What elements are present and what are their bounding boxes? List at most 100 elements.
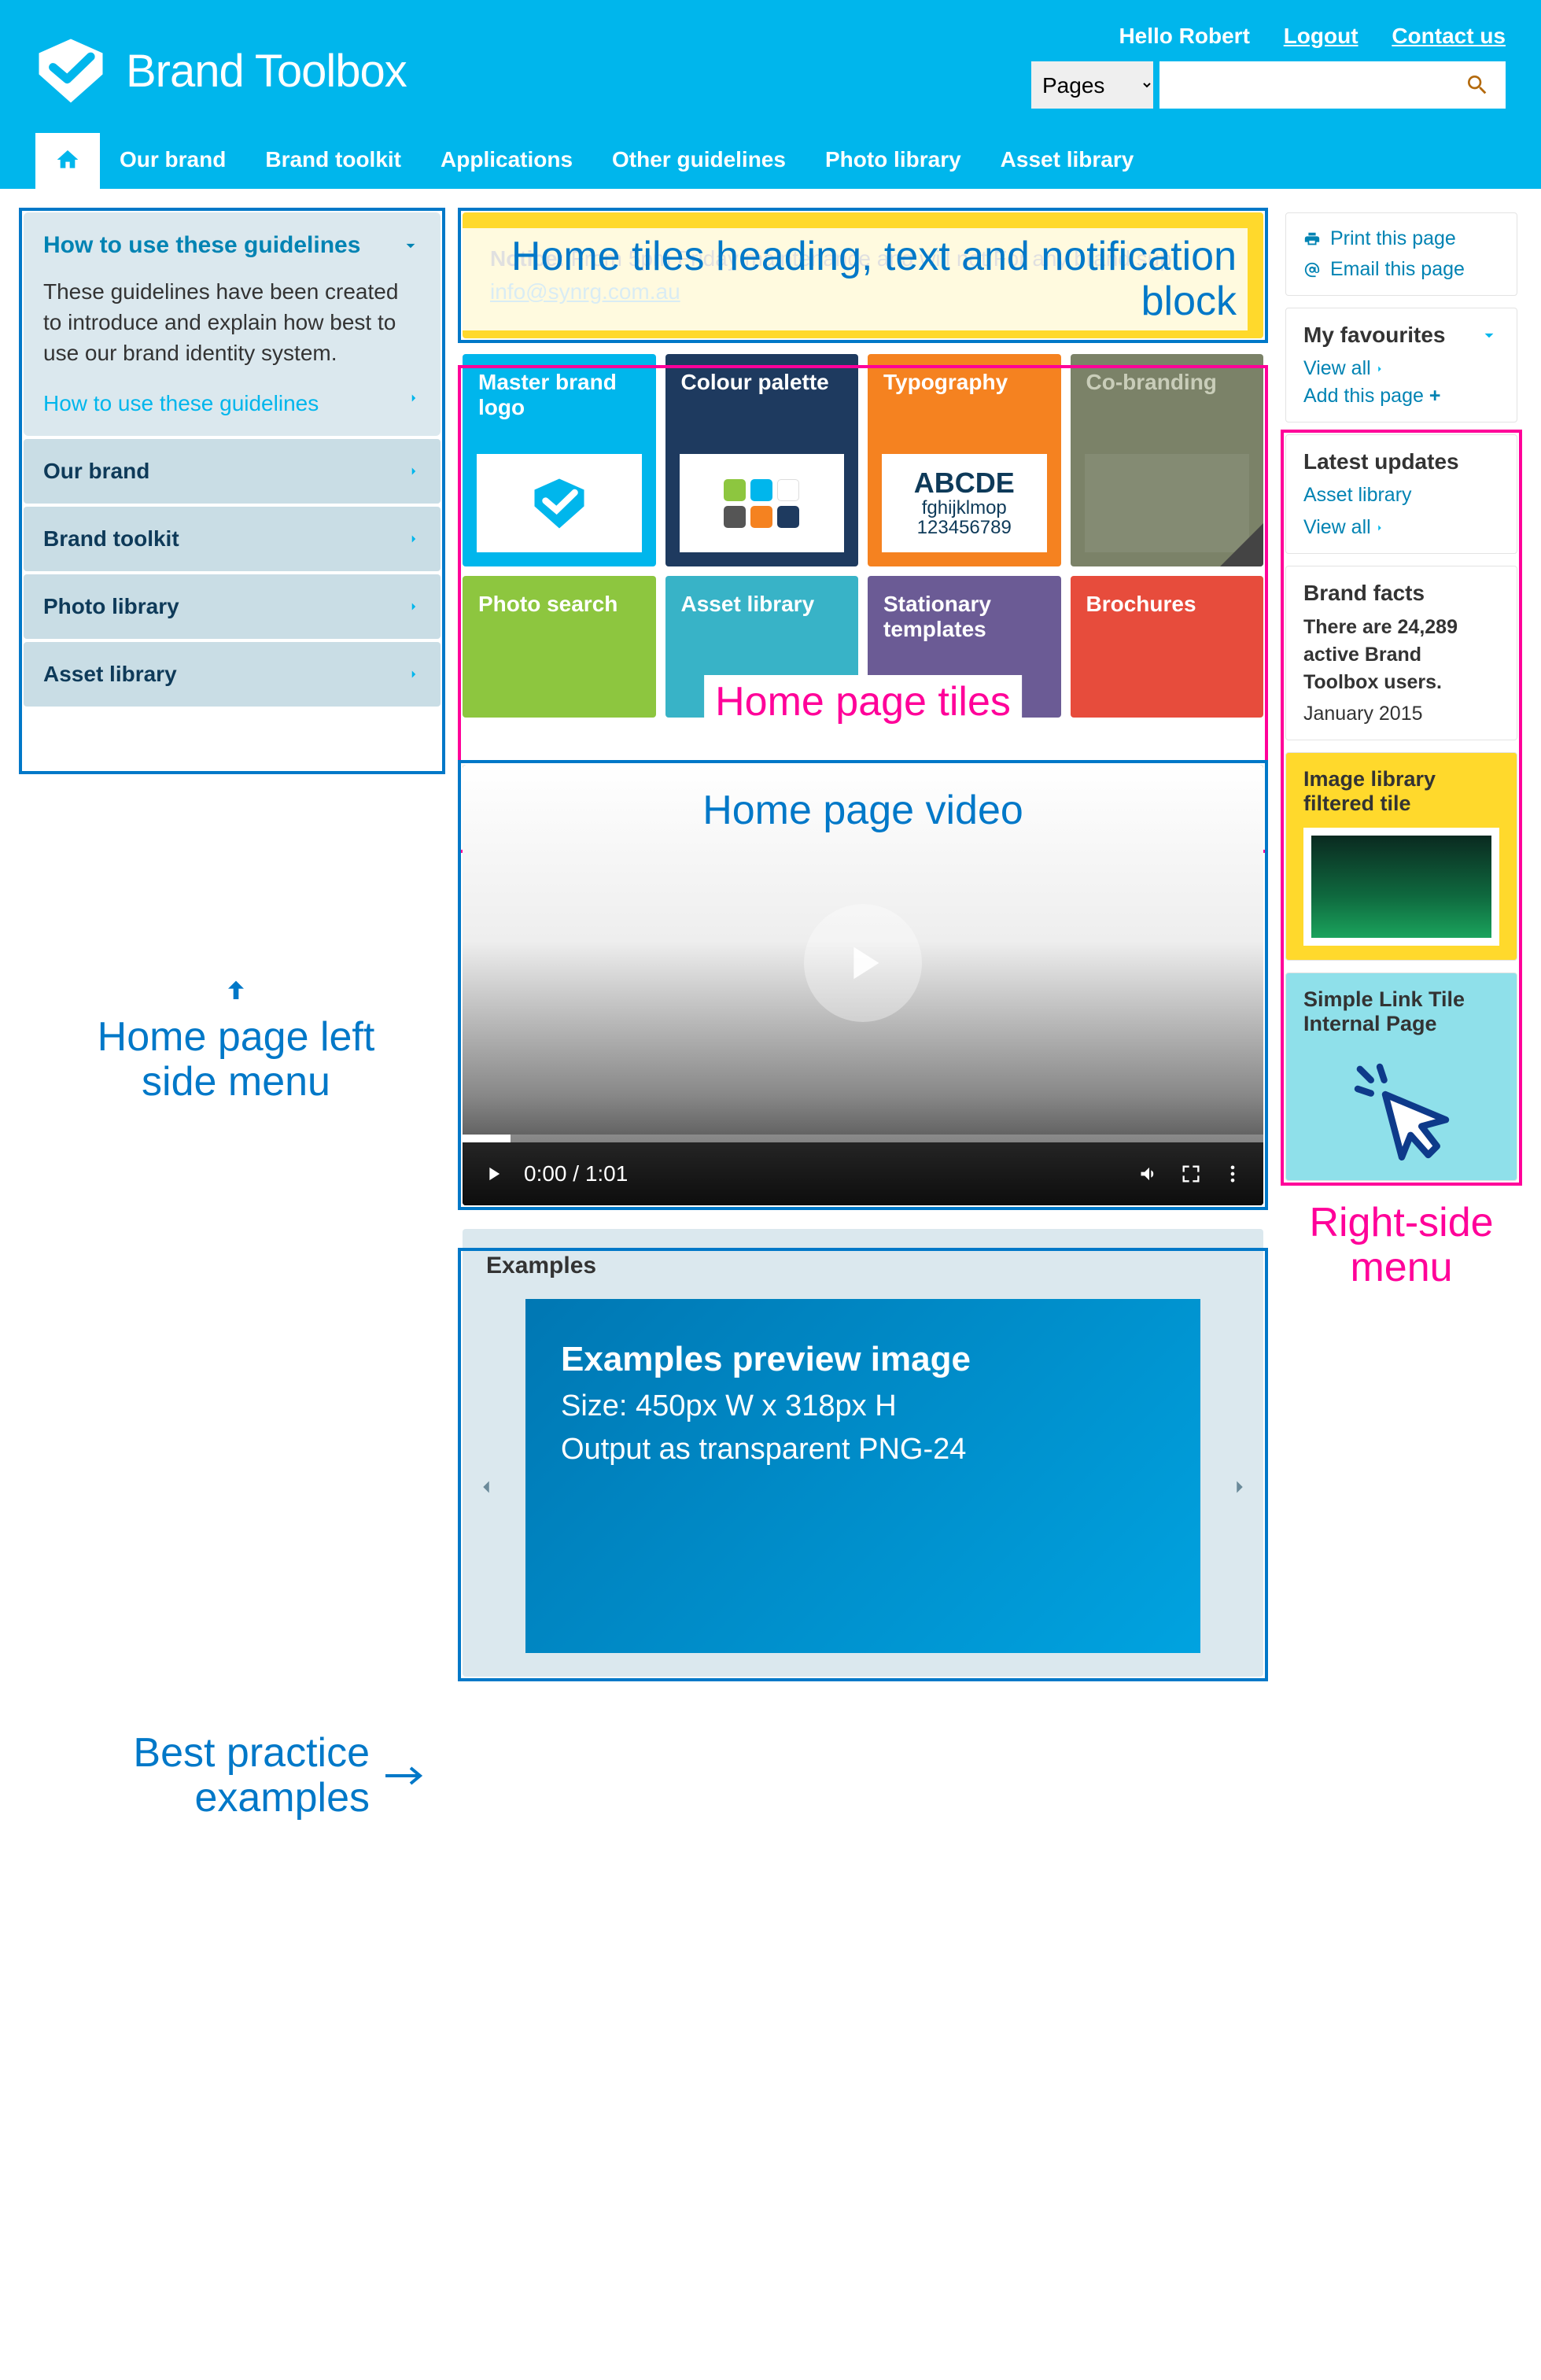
chevron-right-icon xyxy=(1374,363,1385,375)
tile-typography[interactable]: Typography ABCDE fghijklmop 123456789 xyxy=(868,354,1061,566)
nav-home[interactable] xyxy=(35,133,100,189)
notice-text: From 5pm Friday maintenance and will not… xyxy=(565,246,1172,271)
carousel-next-button[interactable] xyxy=(1228,1475,1252,1499)
home-video-player[interactable]: 0:00 / 1:01 xyxy=(463,765,1263,1205)
logout-link[interactable]: Logout xyxy=(1284,24,1359,48)
play-small-icon[interactable] xyxy=(482,1163,504,1185)
tile-label: Brochures xyxy=(1086,592,1196,616)
printer-icon xyxy=(1303,231,1321,248)
sidebar-item-asset-library[interactable]: Asset library xyxy=(24,642,441,707)
tile-preview xyxy=(680,454,845,552)
cursor-click-icon xyxy=(1347,1056,1457,1166)
chevron-right-icon xyxy=(1374,522,1385,533)
sidebar-title-text: How to use these guidelines xyxy=(43,232,360,259)
chevron-right-icon xyxy=(407,391,421,405)
tile-asset-library[interactable]: Asset library xyxy=(665,576,859,718)
favourites-heading-text: My favourites xyxy=(1303,323,1446,348)
latest-updates-heading-text: Latest updates xyxy=(1303,449,1459,474)
logo-shield-icon xyxy=(35,35,106,106)
tile-master-brand-logo[interactable]: Master brand logo xyxy=(463,354,656,566)
latest-viewall-link[interactable]: View all xyxy=(1303,516,1499,539)
nav-our-brand[interactable]: Our brand xyxy=(100,133,245,189)
email-page-link[interactable]: Email this page xyxy=(1303,258,1499,281)
notice-email-link[interactable]: info@synrg.com.au xyxy=(490,279,680,304)
video-progress-track[interactable] xyxy=(463,1135,1263,1142)
tile-photo-search[interactable]: Photo search xyxy=(463,576,656,718)
sidebar-title[interactable]: How to use these guidelines xyxy=(43,232,421,259)
favourites-viewall-link[interactable]: View all xyxy=(1303,357,1499,380)
play-button[interactable] xyxy=(804,904,922,1022)
tile-label: Master brand logo xyxy=(478,370,617,419)
sidebar-how-to-text: How to use these guidelines xyxy=(43,391,319,416)
sidebar-item-label: Photo library xyxy=(43,594,179,619)
latest-updates-item[interactable]: Asset library xyxy=(1303,484,1499,507)
utility-links: Hello Robert Logout Contact us xyxy=(1119,24,1506,49)
nav-photo-library[interactable]: Photo library xyxy=(806,133,981,189)
chevron-right-icon xyxy=(407,667,421,681)
example-slide[interactable]: Examples preview image Size: 450px W x 3… xyxy=(525,1299,1200,1653)
favourites-box: My favourites View all Add this page + xyxy=(1285,308,1517,422)
fullscreen-icon[interactable] xyxy=(1180,1163,1202,1185)
annotation-label-examples: Best practice examples xyxy=(47,1731,425,1821)
tile-colour-palette[interactable]: Colour palette xyxy=(665,354,859,566)
video-time: 0:00 / 1:01 xyxy=(524,1161,628,1186)
notification-block: Notice: From 5pm Friday maintenance and … xyxy=(463,212,1263,338)
simple-link-tile[interactable]: Simple Link Tile Internal Page xyxy=(1285,972,1517,1181)
chevron-down-icon xyxy=(1479,325,1499,345)
video-control-bar: 0:00 / 1:01 xyxy=(463,1142,1263,1205)
print-page-link[interactable]: Print this page xyxy=(1303,227,1499,250)
favourites-heading[interactable]: My favourites xyxy=(1303,323,1499,348)
sidebar-item-our-brand[interactable]: Our brand xyxy=(24,439,441,504)
chevron-right-icon xyxy=(407,532,421,546)
greeting-text: Hello Robert xyxy=(1119,24,1249,48)
tile-co-branding[interactable]: Co-branding xyxy=(1071,354,1264,566)
nav-asset-library[interactable]: Asset library xyxy=(981,133,1154,189)
primary-nav: Our brand Brand toolkit Applications Oth… xyxy=(35,133,1153,189)
logo-shield-icon xyxy=(532,476,587,531)
tile-label: Typography xyxy=(883,370,1008,394)
volume-icon[interactable] xyxy=(1138,1163,1160,1185)
sidebar-item-photo-library[interactable]: Photo library xyxy=(24,574,441,639)
simple-link-tile-label: Simple Link Tile Internal Page xyxy=(1303,987,1465,1035)
image-library-thumbnail xyxy=(1303,828,1499,946)
tile-preview: ABCDE fghijklmop 123456789 xyxy=(882,454,1047,552)
brand-facts-heading: Brand facts xyxy=(1303,581,1425,606)
example-line-3: Output as transparent PNG-24 xyxy=(561,1428,1165,1471)
tile-label: Colour palette xyxy=(681,370,829,394)
image-library-tile[interactable]: Image library filtered tile xyxy=(1285,752,1517,961)
play-icon xyxy=(835,935,890,991)
example-line-1: Examples preview image xyxy=(561,1334,1165,1385)
arrow-right-icon xyxy=(385,1764,425,1788)
tile-label: Co-branding xyxy=(1086,370,1217,394)
search-icon xyxy=(1465,72,1490,98)
search-input[interactable] xyxy=(1159,61,1506,109)
tile-brochures[interactable]: Brochures xyxy=(1071,576,1264,718)
sidebar-item-brand-toolkit[interactable]: Brand toolkit xyxy=(24,507,441,571)
nav-applications[interactable]: Applications xyxy=(421,133,592,189)
example-line-2: Size: 450px W x 318px H xyxy=(561,1385,1165,1428)
site-header: Brand Toolbox Hello Robert Logout Contac… xyxy=(0,0,1541,189)
chevron-right-icon xyxy=(407,600,421,614)
brand-logo[interactable]: Brand Toolbox xyxy=(35,35,407,106)
nav-brand-toolkit[interactable]: Brand toolkit xyxy=(245,133,421,189)
chevron-down-icon xyxy=(400,235,421,256)
tile-stationary-templates[interactable]: Stationary templates xyxy=(868,576,1061,718)
carousel-prev-button[interactable] xyxy=(474,1475,498,1499)
tile-label: Photo search xyxy=(478,592,618,616)
notice-label: Notice: xyxy=(490,246,565,271)
examples-carousel: Examples Examples preview image Size: 45… xyxy=(463,1229,1263,1677)
sidebar-intro: These guidelines have been created to in… xyxy=(43,276,421,369)
nav-other-guidelines[interactable]: Other guidelines xyxy=(592,133,806,189)
favourites-addpage-link[interactable]: Add this page + xyxy=(1303,385,1499,408)
home-tiles-grid: Master brand logo Colour palette xyxy=(463,354,1263,566)
home-tiles-grid-row2: Photo search Asset library Stationary te… xyxy=(463,576,1263,718)
kebab-icon[interactable] xyxy=(1222,1163,1244,1185)
sidebar-how-to-link[interactable]: How to use these guidelines xyxy=(43,391,421,416)
sidebar-item-label: Brand toolkit xyxy=(43,526,179,552)
brand-facts-body: There are 24,289 active Brand Toolbox us… xyxy=(1303,616,1458,693)
contact-link[interactable]: Contact us xyxy=(1392,24,1506,48)
search-scope-select[interactable]: Pages xyxy=(1031,61,1153,109)
brand-facts-box: Brand facts There are 24,289 active Bran… xyxy=(1285,566,1517,740)
latest-updates-box: Latest updates Asset library View all xyxy=(1285,434,1517,554)
plus-icon: + xyxy=(1429,385,1441,407)
